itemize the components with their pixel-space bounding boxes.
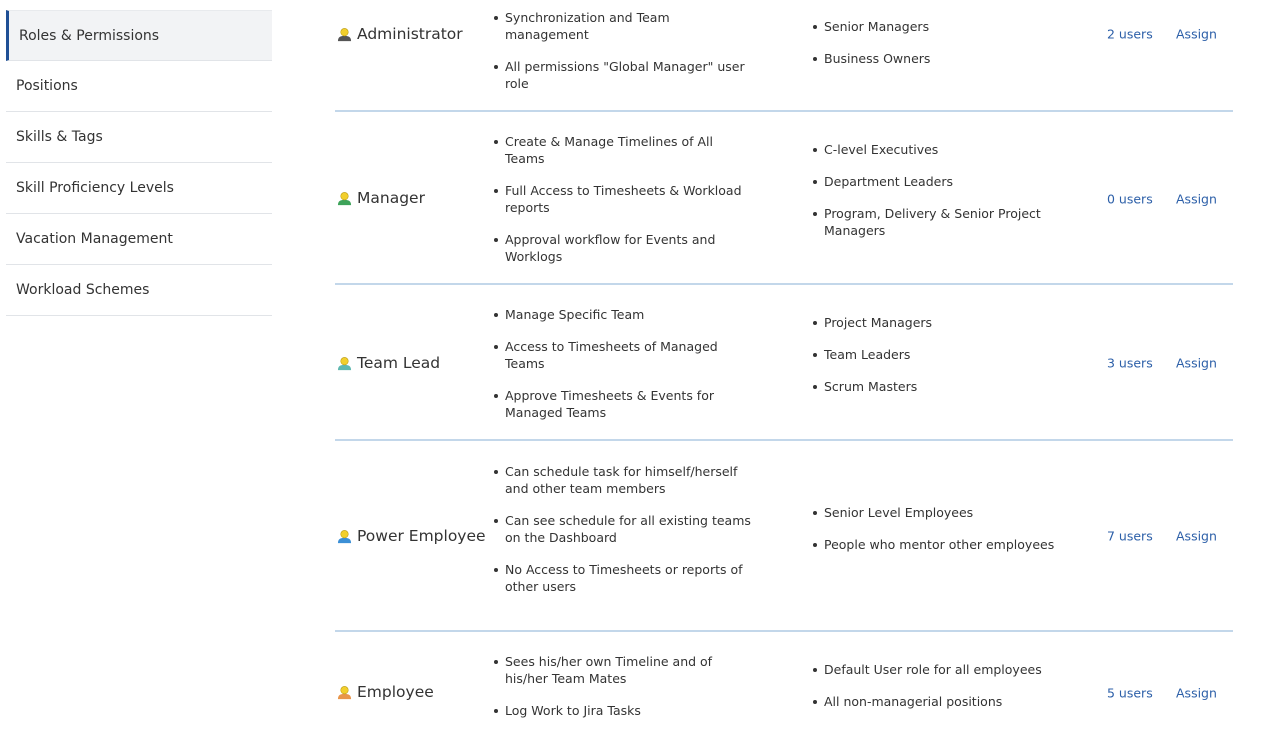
- sidebar-item-skill-proficiency-levels[interactable]: Skill Proficiency Levels: [6, 163, 272, 214]
- fit-item: Team Leaders: [812, 346, 1057, 363]
- assign-button[interactable]: Assign: [1176, 686, 1217, 701]
- user-icon: [337, 685, 352, 699]
- settings-page: Roles & Permissions Positions Skills & T…: [0, 0, 1263, 735]
- permissions-list: Create & Manage Timelines of All Teams F…: [493, 133, 755, 280]
- fit-item: Business Owners: [812, 50, 1057, 67]
- role-name-cell: Power Employee: [337, 527, 486, 545]
- settings-sidebar: Roles & Permissions Positions Skills & T…: [6, 10, 272, 316]
- permission-item: Create & Manage Timelines of All Teams: [493, 133, 755, 167]
- permission-item: Log Work to Jira Tasks: [493, 702, 755, 719]
- role-row: Manager Create & Manage Timelines of All…: [335, 112, 1233, 285]
- permission-item: Sees his/her own Timeline and of his/her…: [493, 653, 755, 687]
- role-name: Manager: [357, 189, 425, 207]
- role-name-cell: Manager: [337, 189, 425, 207]
- roles-table: Administrator Synchronization and Team m…: [335, 0, 1233, 735]
- permissions-list: Manage Specific Team Access to Timesheet…: [493, 306, 755, 436]
- sidebar-item-label: Positions: [16, 78, 78, 94]
- user-icon: [337, 191, 352, 205]
- permission-item: All permissions "Global Manager" user ro…: [493, 58, 755, 92]
- assign-button[interactable]: Assign: [1176, 356, 1217, 371]
- sidebar-item-skills-tags[interactable]: Skills & Tags: [6, 112, 272, 163]
- fits-list: C-level Executives Department Leaders Pr…: [812, 141, 1057, 254]
- permission-item: Manage Specific Team: [493, 306, 755, 323]
- role-row: Team Lead Manage Specific Team Access to…: [335, 285, 1233, 441]
- fit-item: Scrum Masters: [812, 378, 1057, 395]
- sidebar-item-label: Vacation Management: [16, 231, 173, 247]
- role-name-cell: Administrator: [337, 25, 463, 43]
- role-row: Employee Sees his/her own Timeline and o…: [335, 632, 1233, 735]
- role-name: Administrator: [357, 25, 463, 43]
- role-name: Team Lead: [357, 354, 441, 372]
- fit-item: Program, Delivery & Senior Project Manag…: [812, 205, 1057, 239]
- role-name: Employee: [357, 683, 434, 701]
- sidebar-item-roles-permissions[interactable]: Roles & Permissions: [6, 10, 272, 61]
- permission-item: Approve Timesheets & Events for Managed …: [493, 387, 755, 421]
- fits-list: Senior Managers Business Owners: [812, 18, 1057, 82]
- fit-item: Senior Managers: [812, 18, 1057, 35]
- role-name: Power Employee: [357, 527, 486, 545]
- permissions-list: Sees his/her own Timeline and of his/her…: [493, 653, 755, 734]
- sidebar-item-workload-schemes[interactable]: Workload Schemes: [6, 265, 272, 316]
- sidebar-item-label: Skill Proficiency Levels: [16, 180, 174, 196]
- fit-item: Project Managers: [812, 314, 1057, 331]
- fit-item: People who mentor other employees: [812, 536, 1057, 553]
- fits-list: Default User role for all employees All …: [812, 661, 1057, 725]
- users-count-link[interactable]: 5 users: [1107, 686, 1153, 701]
- permission-item: Access to Timesheets of Managed Teams: [493, 338, 755, 372]
- sidebar-item-vacation-management[interactable]: Vacation Management: [6, 214, 272, 265]
- sidebar-item-label: Workload Schemes: [16, 282, 150, 298]
- fit-item: Department Leaders: [812, 173, 1057, 190]
- users-count-link[interactable]: 7 users: [1107, 529, 1153, 544]
- role-name-cell: Team Lead: [337, 354, 440, 372]
- fits-list: Project Managers Team Leaders Scrum Mast…: [812, 314, 1057, 410]
- fits-list: Senior Level Employees People who mentor…: [812, 504, 1057, 568]
- permissions-list: Synchronization and Team management All …: [493, 9, 755, 107]
- permission-item: Can schedule task for himself/herself an…: [493, 463, 755, 497]
- users-count-link[interactable]: 3 users: [1107, 356, 1153, 371]
- role-row: Power Employee Can schedule task for him…: [335, 441, 1233, 632]
- users-count-link[interactable]: 2 users: [1107, 27, 1153, 42]
- fit-item: All non-managerial positions: [812, 693, 1057, 710]
- sidebar-item-positions[interactable]: Positions: [6, 61, 272, 112]
- user-icon: [337, 27, 352, 41]
- permission-item: Synchronization and Team management: [493, 9, 755, 43]
- role-row: Administrator Synchronization and Team m…: [335, 0, 1233, 112]
- user-icon: [337, 529, 352, 543]
- sidebar-item-label: Roles & Permissions: [19, 27, 160, 44]
- assign-button[interactable]: Assign: [1176, 27, 1217, 42]
- role-name-cell: Employee: [337, 683, 434, 701]
- user-icon: [337, 356, 352, 370]
- permission-item: Full Access to Timesheets & Workload rep…: [493, 182, 755, 216]
- assign-button[interactable]: Assign: [1176, 529, 1217, 544]
- users-count-link[interactable]: 0 users: [1107, 192, 1153, 207]
- fit-item: Default User role for all employees: [812, 661, 1057, 678]
- sidebar-item-label: Skills & Tags: [16, 129, 103, 145]
- permissions-list: Can schedule task for himself/herself an…: [493, 463, 755, 610]
- permission-item: Can see schedule for all existing teams …: [493, 512, 755, 546]
- permission-item: Approval workflow for Events and Worklog…: [493, 231, 755, 265]
- fit-item: Senior Level Employees: [812, 504, 1057, 521]
- permission-item: No Access to Timesheets or reports of ot…: [493, 561, 755, 595]
- fit-item: C-level Executives: [812, 141, 1057, 158]
- assign-button[interactable]: Assign: [1176, 192, 1217, 207]
